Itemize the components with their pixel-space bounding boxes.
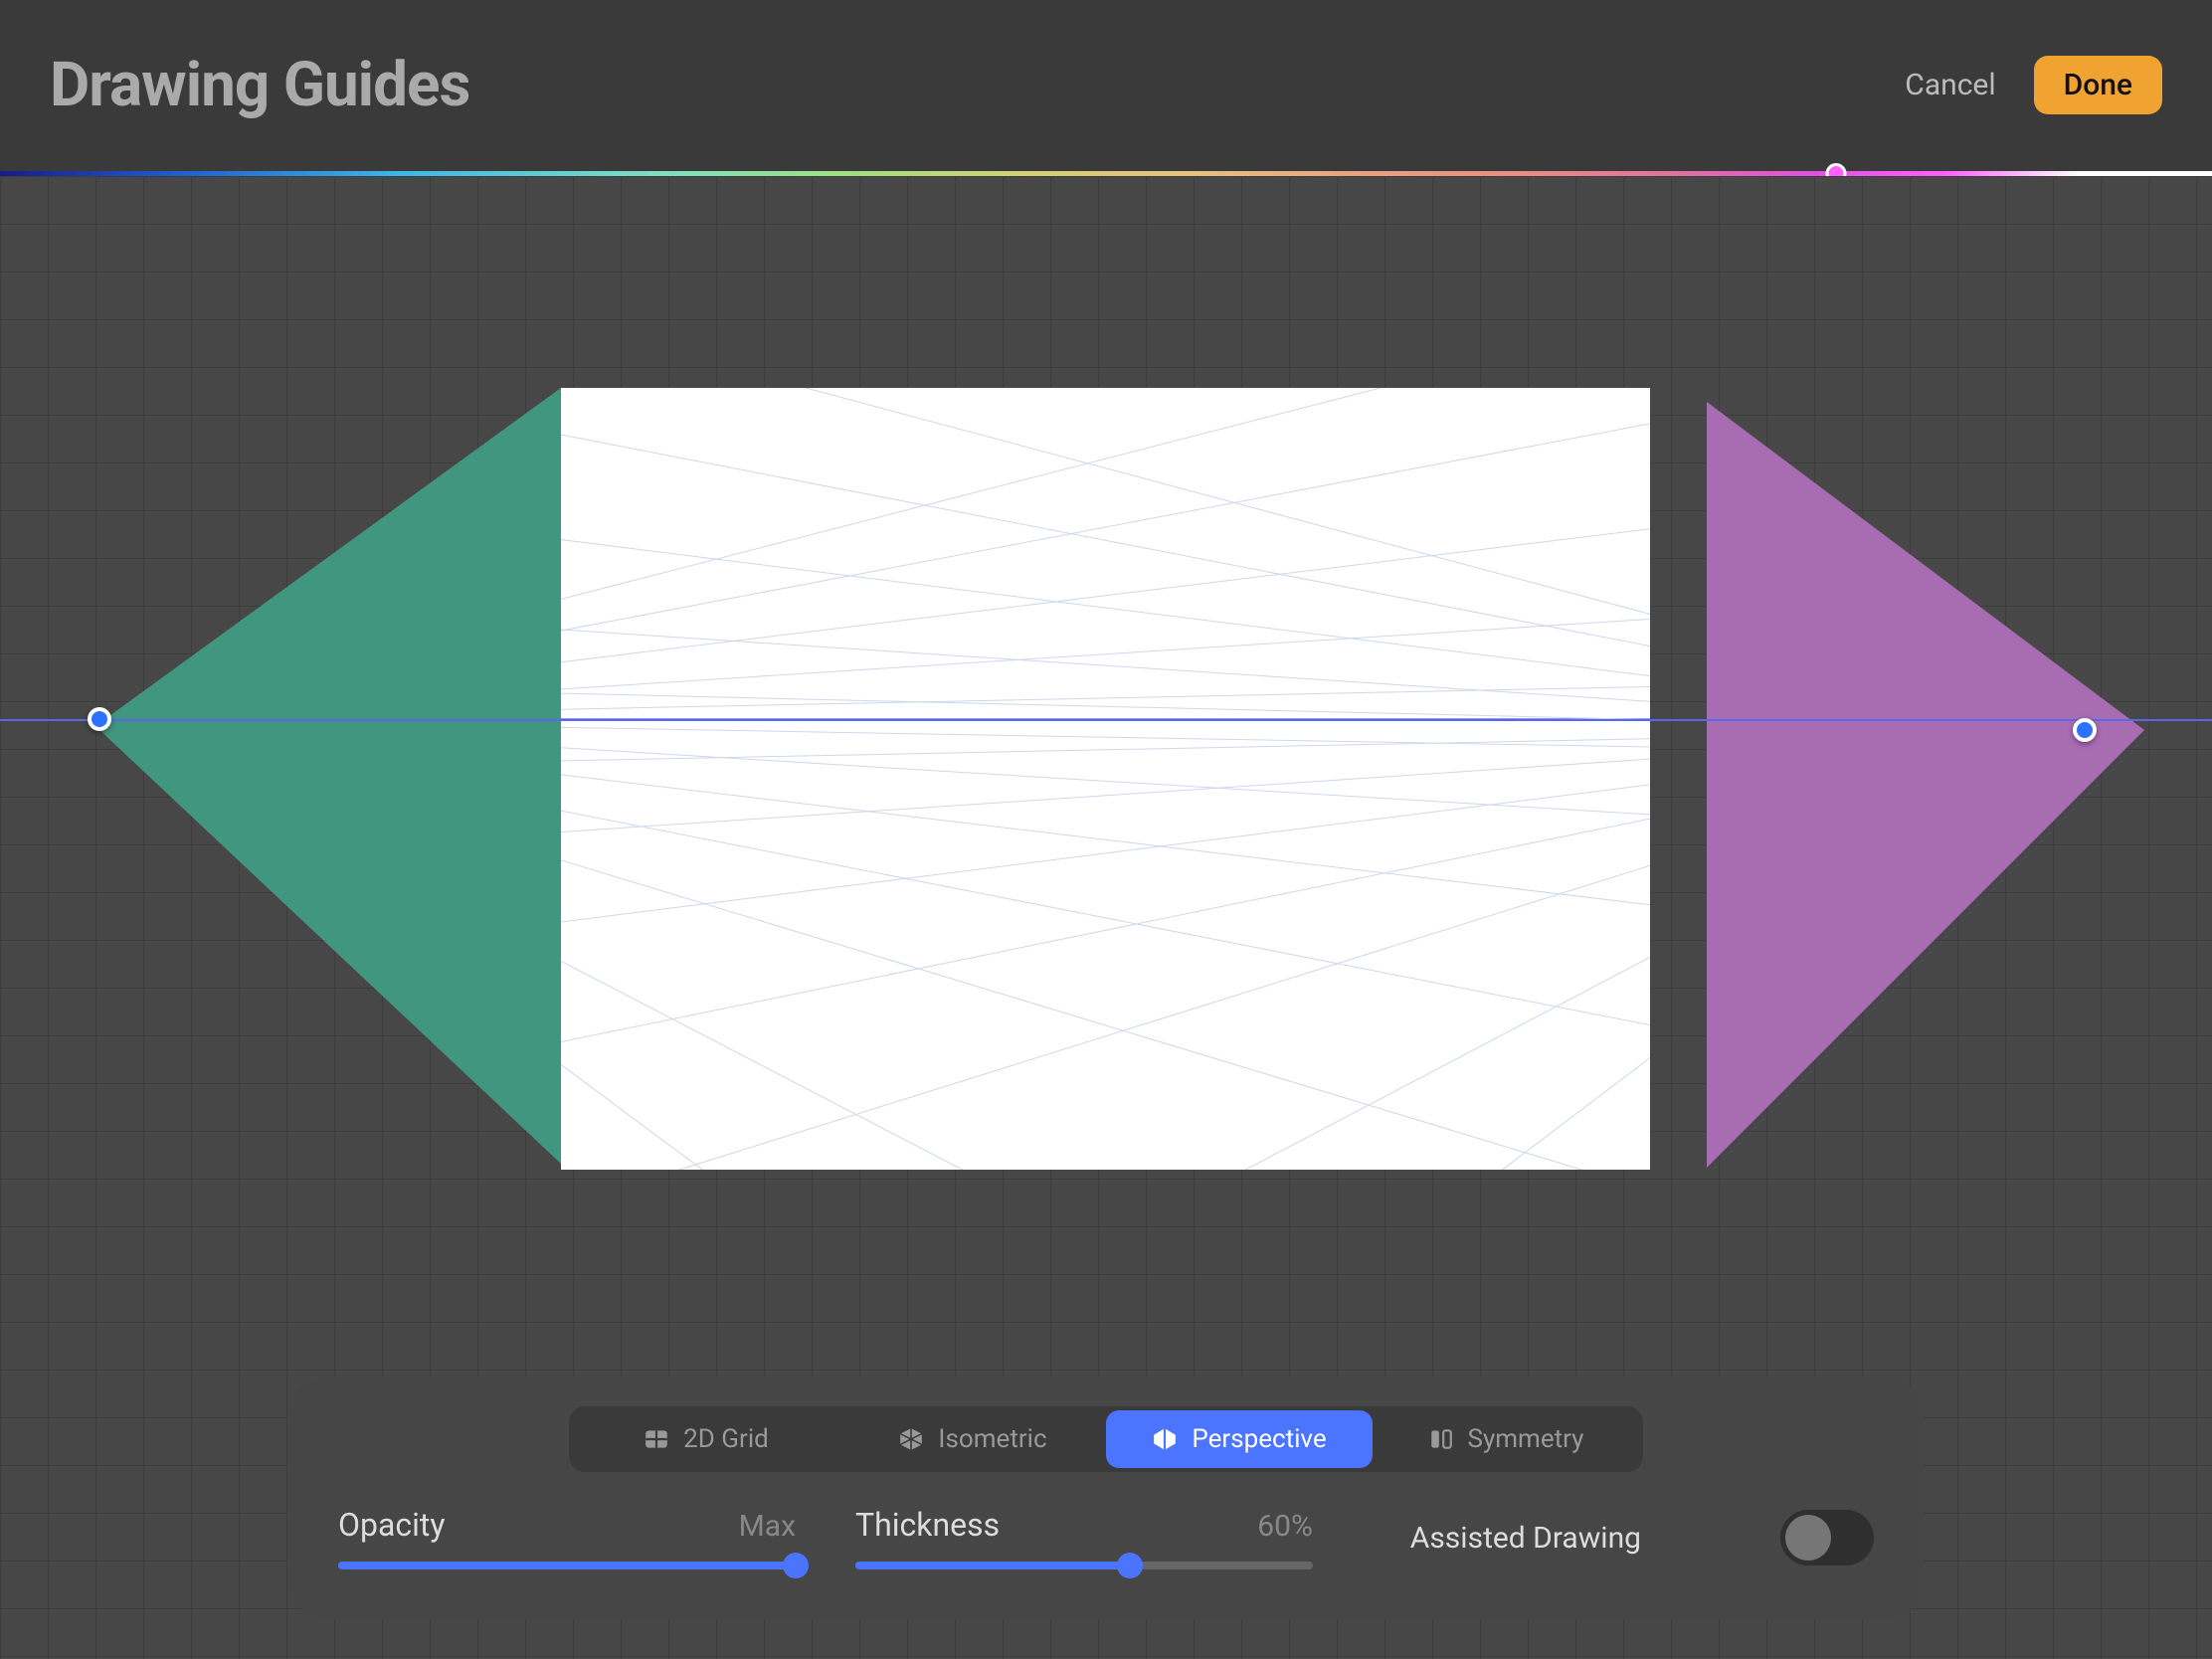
tab-label: Perspective (1192, 1424, 1326, 1454)
opacity-slider[interactable] (338, 1562, 796, 1569)
guide-type-segmented: 2D Grid Isometric Perspective Symmetry (569, 1406, 1643, 1472)
header: Drawing Guides Cancel Done (0, 0, 2212, 169)
tab-symmetry[interactable]: Symmetry (1373, 1410, 1639, 1468)
cube-icon (898, 1426, 924, 1452)
opacity-value: Max (739, 1509, 796, 1544)
opacity-slider-group: Opacity Max (338, 1506, 796, 1569)
toggle-knob (1785, 1515, 1831, 1561)
thickness-label: Thickness (855, 1506, 1000, 1544)
page-title: Drawing Guides (50, 49, 469, 121)
tab-isometric[interactable]: Isometric (839, 1410, 1106, 1468)
hexagon-icon (1152, 1426, 1178, 1452)
tab-label: 2D Grid (683, 1424, 769, 1454)
left-vanishing-cone (95, 388, 561, 1164)
cancel-button[interactable]: Cancel (1905, 68, 1995, 102)
right-vanishing-cone (1707, 402, 2144, 1168)
mirror-icon (1428, 1426, 1454, 1452)
tab-2d-grid[interactable]: 2D Grid (573, 1410, 839, 1468)
tab-label: Isometric (938, 1424, 1046, 1454)
assisted-drawing-group: Assisted Drawing (1410, 1510, 1874, 1566)
opacity-slider-thumb[interactable] (783, 1553, 809, 1578)
horizon-line[interactable] (0, 719, 2212, 721)
opacity-slider-fill (338, 1562, 796, 1569)
thickness-value: 60% (1257, 1509, 1313, 1544)
perspective-preview[interactable] (0, 388, 2212, 1170)
thickness-slider-fill (855, 1562, 1130, 1569)
guide-controls-panel: 2D Grid Isometric Perspective Symmetry O… (288, 1377, 1924, 1619)
tab-perspective[interactable]: Perspective (1106, 1410, 1373, 1468)
assisted-drawing-label: Assisted Drawing (1410, 1521, 1641, 1556)
assisted-drawing-toggle[interactable] (1780, 1510, 1874, 1566)
thickness-slider-group: Thickness 60% (855, 1506, 1313, 1569)
thickness-slider-thumb[interactable] (1117, 1553, 1143, 1578)
opacity-label: Opacity (338, 1506, 446, 1544)
grid-icon (644, 1426, 669, 1452)
done-button[interactable]: Done (2034, 56, 2162, 114)
canvas-preview (561, 388, 1650, 1170)
thickness-slider[interactable] (855, 1562, 1313, 1569)
vanishing-point-right-handle[interactable] (2073, 718, 2097, 742)
header-actions: Cancel Done (1905, 56, 2162, 114)
vanishing-point-left-handle[interactable] (88, 707, 111, 731)
controls-row: Opacity Max Thickness 60% Assisted Drawi… (328, 1506, 1884, 1569)
tab-label: Symmetry (1468, 1424, 1584, 1454)
